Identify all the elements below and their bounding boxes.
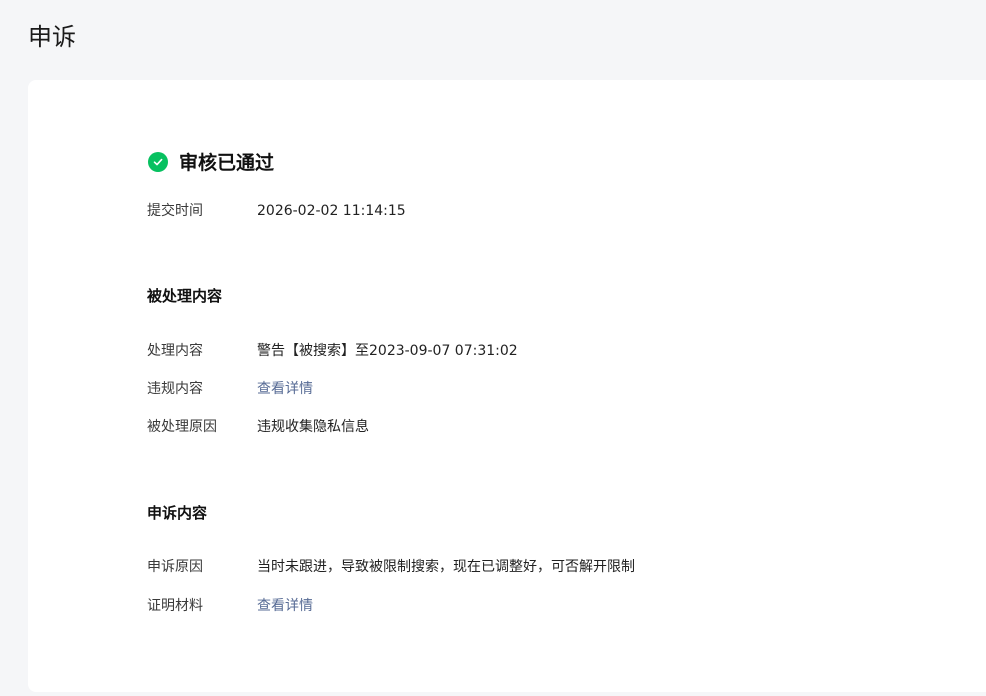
appeal-reason-label: 申诉原因 (147, 559, 203, 575)
appeal-section-title: 申诉内容 (147, 504, 208, 522)
appeal-reason-row: 申诉原因 当时未跟进，导致被限制搜索，现在已调整好，可否解开限制 (147, 557, 635, 577)
processed-content-row: 处理内容 警告【被搜索】至2023-09-07 07:31:02 (147, 341, 518, 361)
proof-material-row: 证明材料 查看详情 (147, 596, 313, 616)
processed-reason-row: 被处理原因 违规收集隐私信息 (147, 417, 369, 437)
review-status: 审核已通过 (148, 148, 274, 175)
appeal-reason-value: 当时未跟进，导致被限制搜索，现在已调整好，可否解开限制 (257, 559, 635, 575)
submit-time-value: 2026-02-02 11:14:15 (257, 203, 406, 219)
processed-section-title: 被处理内容 (147, 287, 223, 305)
processed-content-value: 警告【被搜索】至2023-09-07 07:31:02 (257, 343, 518, 359)
processed-reason-label: 被处理原因 (147, 419, 217, 435)
submit-time-label: 提交时间 (147, 203, 203, 219)
page-title: 申诉 (28, 23, 76, 51)
violation-content-row: 违规内容 查看详情 (147, 379, 313, 399)
proof-view-details-link[interactable]: 查看详情 (257, 596, 313, 616)
processed-reason-value: 违规收集隐私信息 (257, 419, 369, 435)
status-text: 审核已通过 (179, 152, 275, 174)
appeal-detail-card: 审核已通过 提交时间 2026-02-02 11:14:15 被处理内容 处理内… (28, 80, 986, 692)
submit-time-row: 提交时间 2026-02-02 11:14:15 (147, 201, 406, 221)
violation-view-details-link[interactable]: 查看详情 (257, 379, 313, 399)
check-circle-icon (148, 151, 168, 172)
proof-material-label: 证明材料 (147, 598, 203, 614)
processed-content-label: 处理内容 (147, 343, 203, 359)
violation-content-label: 违规内容 (147, 381, 203, 397)
